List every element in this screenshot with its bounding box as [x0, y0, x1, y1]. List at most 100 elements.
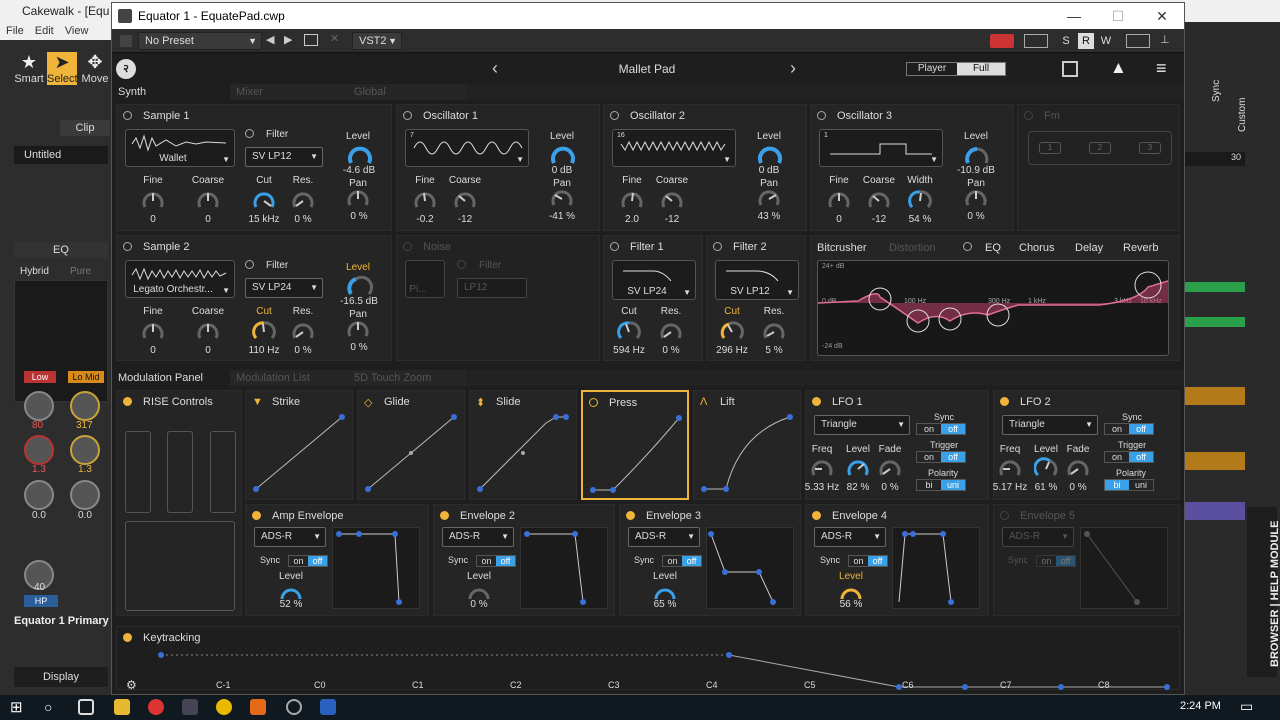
- level-knob[interactable]: [846, 457, 870, 481]
- filter-type-select[interactable]: SV LP12 ▼: [715, 260, 799, 300]
- power-icon[interactable]: [812, 397, 821, 406]
- prev-preset-icon[interactable]: ◀: [266, 33, 280, 46]
- power-icon[interactable]: ▼: [252, 396, 263, 408]
- slide-curve[interactable]: [476, 413, 572, 495]
- fade-knob[interactable]: [1066, 457, 1090, 481]
- fx-tab-bitcrusher[interactable]: Bitcrusher: [817, 242, 867, 254]
- task-view-icon[interactable]: [78, 699, 94, 715]
- file-explorer-icon[interactable]: [114, 699, 130, 715]
- cakewalk-taskbar-icon[interactable]: [250, 699, 266, 715]
- chrome-icon[interactable]: [148, 699, 164, 715]
- fx-tab-reverb[interactable]: Reverb: [1123, 242, 1158, 254]
- envelope-mode-select[interactable]: ADS-R ▼: [254, 527, 326, 547]
- power-icon[interactable]: [403, 111, 412, 120]
- power-icon[interactable]: [589, 398, 598, 407]
- power-icon[interactable]: [817, 111, 826, 120]
- host-knob[interactable]: [70, 435, 100, 465]
- s-button[interactable]: S: [1058, 33, 1074, 49]
- pan-knob[interactable]: [757, 187, 781, 211]
- sample-waveform-select[interactable]: Legato Orchestr... ▼: [125, 260, 235, 298]
- res-knob[interactable]: [291, 320, 315, 344]
- display-button[interactable]: Display: [14, 667, 108, 687]
- close-button[interactable]: ✕: [1140, 3, 1184, 29]
- view-toggle[interactable]: Player Full: [906, 62, 1006, 76]
- fx-tab-delay[interactable]: Delay: [1075, 242, 1103, 254]
- settings-icon[interactable]: ⚙: [126, 678, 137, 692]
- tab-modulation-panel[interactable]: Modulation Panel: [112, 370, 230, 386]
- width-knob[interactable]: [908, 189, 932, 213]
- minimize-button[interactable]: —: [1052, 3, 1096, 29]
- slide-icon[interactable]: ⬍: [476, 396, 485, 409]
- r-button[interactable]: R: [1078, 33, 1094, 49]
- power-icon[interactable]: [123, 397, 132, 406]
- lift-curve[interactable]: [700, 413, 796, 495]
- tab-global[interactable]: Global: [348, 84, 466, 100]
- eq-power-icon[interactable]: [963, 242, 972, 251]
- rise-logo-icon[interactable]: २: [116, 59, 136, 79]
- fx-tab-distortion[interactable]: Distortion: [889, 242, 935, 254]
- hybrid-option[interactable]: Hybrid: [20, 266, 49, 277]
- fx-tab-eq[interactable]: EQ: [985, 242, 1001, 254]
- sync-toggle[interactable]: on off: [916, 423, 966, 435]
- select-tool[interactable]: ➤ Select: [47, 52, 78, 85]
- fm-op1[interactable]: 1: [1039, 142, 1061, 154]
- fm-op2[interactable]: 2: [1089, 142, 1111, 154]
- coarse-knob[interactable]: [660, 189, 684, 213]
- envelope-mode-select[interactable]: ADS-R ▼: [1002, 527, 1074, 547]
- res-knob[interactable]: [291, 189, 315, 213]
- browser-tab[interactable]: BROWSER | HELP MODULE: [1247, 507, 1280, 677]
- delete-icon[interactable]: ✕: [330, 32, 339, 45]
- filter-power-icon[interactable]: [245, 129, 254, 138]
- hamburger-menu-icon[interactable]: ≡: [1156, 58, 1167, 79]
- tab-5d-touch-zoom[interactable]: 5D Touch Zoom: [348, 370, 466, 386]
- warning-icon[interactable]: ▲: [1110, 58, 1127, 78]
- tab-mixer[interactable]: Mixer: [230, 84, 348, 100]
- res-knob[interactable]: [659, 320, 683, 344]
- steam-icon[interactable]: [182, 699, 198, 715]
- envelope-mode-select[interactable]: ADS-R ▼: [814, 527, 886, 547]
- coarse-knob[interactable]: [867, 189, 891, 213]
- glide-curve[interactable]: [364, 413, 460, 495]
- power-icon[interactable]: [812, 511, 821, 520]
- filter-type-select[interactable]: SV LP24 ▼: [245, 278, 323, 298]
- pan-knob[interactable]: [346, 318, 370, 342]
- fm-routing[interactable]: 1 2 3: [1028, 131, 1172, 165]
- smart-tool[interactable]: ★ Smart: [14, 52, 44, 85]
- coarse-knob[interactable]: [453, 189, 477, 213]
- host-knob[interactable]: [70, 480, 100, 510]
- save-icon[interactable]: [304, 34, 318, 46]
- pan-knob[interactable]: [964, 187, 988, 211]
- host-knob[interactable]: [24, 391, 54, 421]
- hp-button[interactable]: HP: [24, 595, 58, 607]
- envelope-graph[interactable]: [892, 527, 980, 609]
- pan-knob[interactable]: [550, 187, 574, 211]
- power-icon[interactable]: [123, 111, 132, 120]
- envelope-graph[interactable]: [520, 527, 608, 609]
- fine-knob[interactable]: [141, 320, 165, 344]
- fine-knob[interactable]: [413, 189, 437, 213]
- fx-tab-chorus[interactable]: Chorus: [1019, 242, 1054, 254]
- host-knob[interactable]: [24, 435, 54, 465]
- keyboard-icon[interactable]: [1126, 34, 1150, 48]
- cut-knob[interactable]: [252, 320, 276, 344]
- preset-select[interactable]: No Preset ▼: [138, 32, 262, 50]
- sync-toggle[interactable]: on off: [288, 555, 328, 567]
- filter-power-icon[interactable]: [457, 260, 466, 269]
- maximize-button[interactable]: ☐: [1096, 3, 1140, 29]
- press-curve[interactable]: [589, 414, 685, 496]
- pure-option[interactable]: Pure: [70, 266, 91, 277]
- strike-curve[interactable]: [252, 413, 348, 495]
- low-band-button[interactable]: Low: [24, 371, 56, 383]
- search-icon[interactable]: ○: [44, 699, 52, 715]
- filter-type-select[interactable]: SV LP12 ▼: [245, 147, 323, 167]
- trigger-toggle[interactable]: on off: [1104, 451, 1154, 463]
- notification-icon[interactable]: ▭: [1240, 698, 1253, 715]
- app-icon[interactable]: [286, 699, 302, 715]
- coarse-knob[interactable]: [196, 189, 220, 213]
- power-icon[interactable]: [123, 242, 132, 251]
- tab-synth[interactable]: Synth: [112, 84, 230, 100]
- polarity-toggle[interactable]: bi uni: [1104, 479, 1154, 491]
- eq-graph[interactable]: 24+ dB -24 dB 0 dB 100 Hz 300 Hz 1 kHz 3…: [817, 260, 1169, 356]
- envelope-mode-select[interactable]: ADS-R ▼: [628, 527, 700, 547]
- menu-icon[interactable]: [120, 35, 132, 47]
